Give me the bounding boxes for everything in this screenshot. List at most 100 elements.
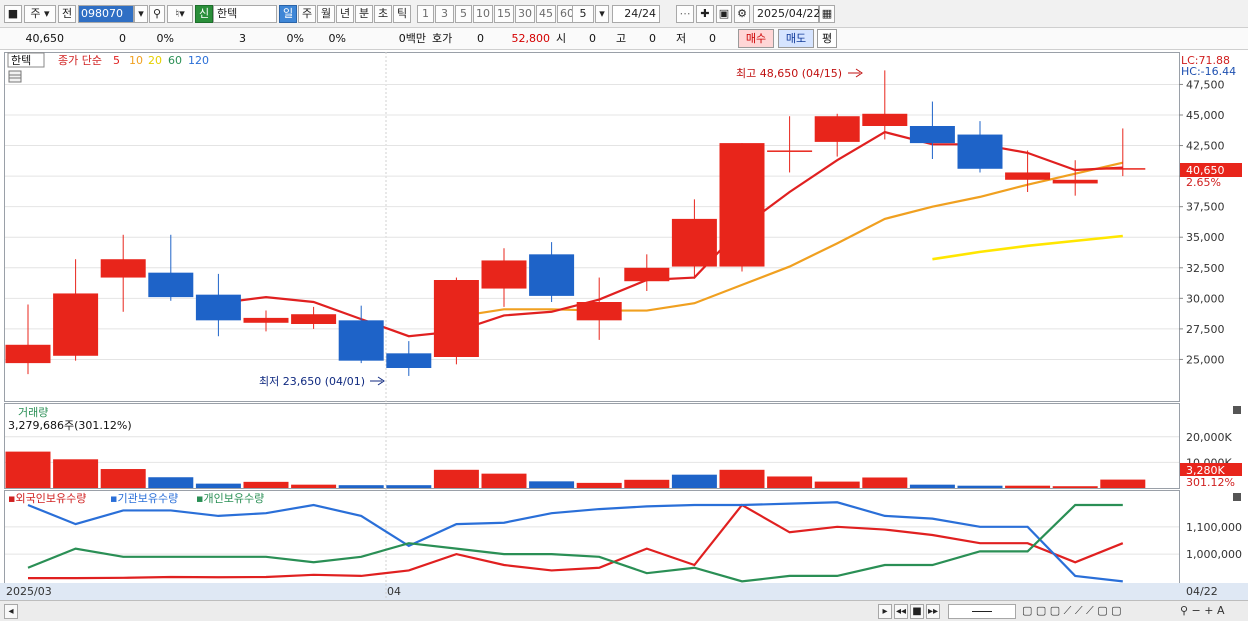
x-label-start: 2025/03	[6, 585, 52, 598]
candle-body	[767, 150, 813, 152]
buy-button[interactable]: 매수	[738, 29, 774, 48]
rewind-icon[interactable]: ◂◂	[894, 604, 908, 619]
volume-bar	[957, 485, 1003, 488]
volume-close-icon[interactable]	[1233, 406, 1241, 414]
tools-icon[interactable]: ⋯	[676, 5, 694, 23]
period-tab[interactable]: 분	[355, 5, 373, 23]
candle-body	[5, 344, 51, 364]
interval-tab[interactable]: 15	[494, 5, 514, 23]
period-tab[interactable]: 일	[279, 5, 297, 23]
candle-body	[338, 320, 384, 361]
volume-bar	[386, 485, 432, 488]
period-tab[interactable]: 주	[298, 5, 316, 23]
legend-ma5: 5	[113, 54, 120, 67]
candle-body	[862, 113, 908, 126]
volume-bar	[624, 479, 670, 488]
prev-button[interactable]: 전	[58, 5, 76, 23]
candle-body	[148, 272, 194, 298]
legend-title: 종가 단순	[58, 54, 102, 67]
hc-label: HC:-16.44	[1181, 65, 1236, 78]
volume-bar	[195, 483, 241, 488]
quote-price: 40,650	[25, 32, 65, 45]
gear-icon[interactable]: ⚙	[734, 5, 750, 23]
last-pct-label: 2.65%	[1186, 176, 1221, 189]
volume-bar	[481, 473, 527, 488]
period-tab[interactable]: 월	[317, 5, 335, 23]
candle-body	[529, 254, 575, 296]
holdings-close-icon[interactable]	[1233, 493, 1241, 501]
period-tab[interactable]: 초	[374, 5, 392, 23]
play-icon[interactable]: ▸	[878, 604, 892, 619]
period-tab[interactable]: 년	[336, 5, 354, 23]
save-icon[interactable]: ▣	[716, 5, 732, 23]
quote-low-label: 저	[676, 32, 687, 45]
candle-body	[814, 116, 860, 142]
volume-bar	[338, 485, 384, 488]
volume-bar	[243, 481, 289, 488]
period-tab[interactable]: 틱	[393, 5, 411, 23]
forward-icon[interactable]: ▸▸	[926, 604, 940, 619]
holdings-tick-label: 1,000,000	[1186, 548, 1242, 561]
period-type-select[interactable]: 주 ▾	[24, 5, 56, 23]
candle-body	[433, 280, 479, 357]
quote-hoga-label: 호가	[432, 32, 453, 45]
layout-icon[interactable]: ■	[4, 5, 22, 23]
scroll-left-icon[interactable]: ◂	[4, 604, 18, 619]
quote-v1: 0%	[286, 32, 304, 45]
tool-icons[interactable]: ▢ ▢ ▢ ⟋ ⟋ ⟋ ▢ ▢	[1022, 603, 1122, 619]
low-annotation: 최저 23,650 (04/01)	[259, 375, 365, 388]
candle-body	[719, 143, 765, 267]
flat-button[interactable]: 평	[817, 29, 837, 48]
candle-body	[100, 259, 146, 278]
code-dropdown-icon[interactable]: ▾	[134, 5, 148, 23]
candle-body	[1052, 179, 1098, 184]
interval-tab[interactable]: 3	[435, 5, 454, 23]
zoom-slider[interactable]: ⎯⎯⎯⎯	[948, 604, 1016, 619]
stock-code-input[interactable]: 098070	[78, 5, 134, 23]
x-label-end: 04/22	[1186, 585, 1218, 598]
interval-tab[interactable]: 10	[473, 5, 493, 23]
quote-amount: 0백만	[398, 32, 426, 45]
candle-body	[624, 267, 670, 282]
calendar-icon[interactable]: ▦	[819, 5, 835, 23]
sound-dropdown-icon[interactable]: ♮▾	[167, 5, 193, 23]
candle-body	[481, 260, 527, 289]
interval-tab[interactable]: 30	[515, 5, 535, 23]
price-tick-label: 45,000	[1186, 109, 1225, 122]
interval-tab[interactable]: 5	[455, 5, 472, 23]
volume-value-label: 3,279,686주(301.12%)	[8, 419, 132, 432]
volume-bar	[291, 484, 337, 488]
price-tick-label: 25,000	[1186, 353, 1225, 366]
search-icon[interactable]: ⚲	[149, 5, 165, 23]
stock-name-field[interactable]: 한텍	[213, 5, 277, 23]
quote-v2: 0%	[328, 32, 346, 45]
candle-body	[1005, 172, 1051, 180]
stop-icon[interactable]: ■	[910, 604, 924, 619]
credit-badge: 신	[195, 5, 213, 23]
interval-tab[interactable]: 45	[536, 5, 556, 23]
volume-bar	[862, 477, 908, 488]
volume-bar	[100, 469, 146, 488]
volume-bar	[1052, 486, 1098, 488]
volume-bar	[814, 481, 860, 488]
bottom-scroll-bar: ◂ ▸ ◂◂ ■ ▸▸ ⎯⎯⎯⎯ ▢ ▢ ▢ ⟋ ⟋ ⟋ ▢ ▢ ⚲ − + A	[0, 600, 1248, 621]
chart-canvas[interactable]: 25,000 27,500 30,000 32,500 35,000 37,500 42,5…	[0, 50, 1248, 600]
volume-last-pct: 301.12%	[1186, 476, 1235, 489]
volume-title: 거래량	[18, 406, 48, 419]
quote-hoga-value: 0	[477, 32, 484, 45]
candle-body	[909, 126, 955, 144]
interval-dropdown-icon[interactable]: ▾	[595, 5, 609, 23]
interval-tab[interactable]: 1	[417, 5, 434, 23]
date-field[interactable]: 2025/04/22	[753, 5, 820, 23]
quote-high-label: 고	[616, 32, 627, 45]
custom-interval-field[interactable]: 5	[572, 5, 594, 23]
drawing-icon[interactable]: ✚	[696, 5, 714, 23]
table-icon[interactable]	[8, 70, 22, 83]
volume-bar	[148, 477, 194, 488]
zoom-icons[interactable]: ⚲ − + A	[1180, 603, 1225, 619]
candle-body	[243, 317, 289, 323]
price-tick-label: 42,500	[1186, 140, 1225, 153]
count-field[interactable]: 24/24	[612, 5, 660, 23]
sell-button[interactable]: 매도	[778, 29, 814, 48]
price-tick-label: 47,500	[1186, 78, 1225, 91]
